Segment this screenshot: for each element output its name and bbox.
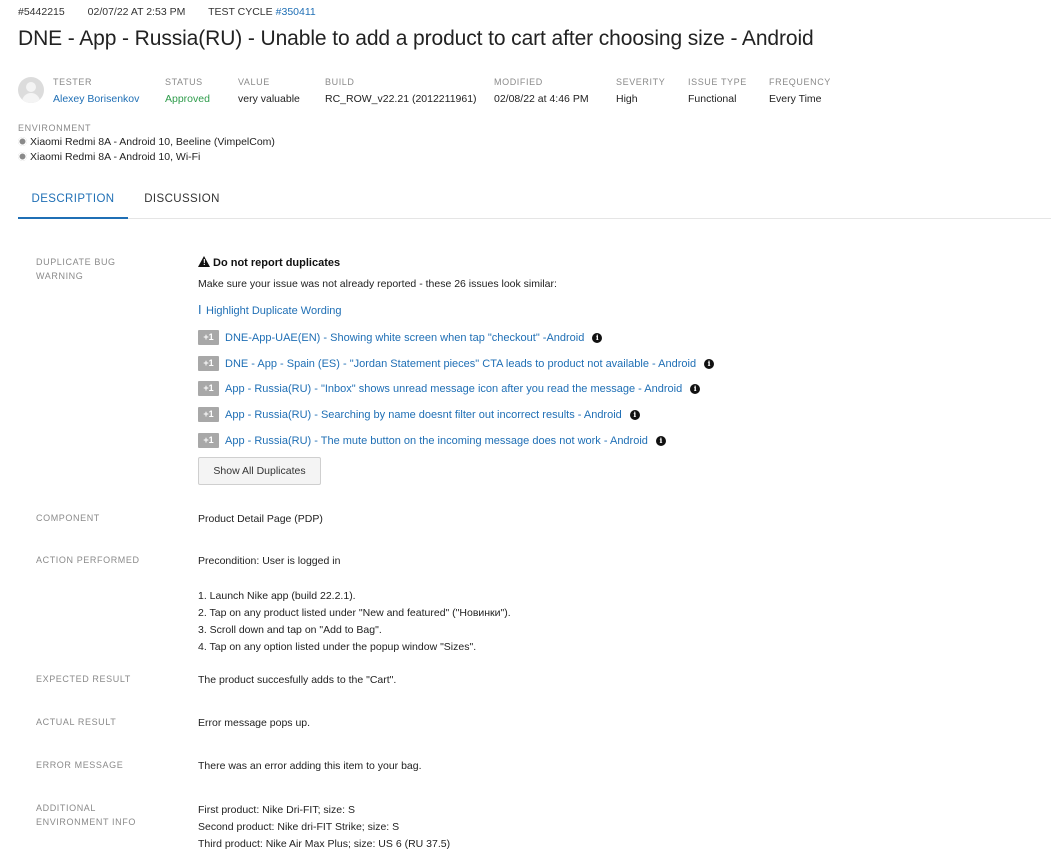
actual-result-value: Error message pops up. — [198, 717, 311, 729]
environment-label: ENVIRONMENT — [18, 123, 92, 133]
duplicate-warning-title: ! Do not report duplicates — [198, 256, 340, 269]
severity-text: High — [616, 93, 638, 105]
step-item: 2. Tap on any product listed under "New … — [198, 607, 511, 619]
error-message-label: ERROR MESSAGE — [36, 760, 124, 770]
environment-item: Xiaomi Redmi 8A - Android 10, Wi-Fi — [18, 151, 200, 163]
duplicate-link[interactable]: DNE-App-UAE(EN) - Showing white screen w… — [225, 332, 584, 344]
step-item: 3. Scroll down and tap on "Add to Bag". — [198, 624, 382, 636]
page-title: DNE - App - Russia(RU) - Unable to add a… — [18, 27, 814, 50]
duplicate-item: +1 App - Russia(RU) - The mute button on … — [198, 432, 666, 449]
duplicate-item: +1 DNE-App-UAE(EN) - Showing white screen… — [198, 329, 603, 346]
environment-item-text: Xiaomi Redmi 8A - Android 10, Wi-Fi — [30, 151, 201, 163]
plus-one-button[interactable]: +1 — [198, 330, 219, 346]
plus-one-button[interactable]: +1 — [198, 381, 219, 397]
build-field: BUILD RC_ROW_v22.21 (2012211961) — [325, 77, 477, 105]
step-item: 4. Tap on any option listed under the po… — [198, 641, 477, 653]
additional-info-line: Third product: Nike Air Max Plus; size: … — [198, 838, 451, 850]
status-badge: Approved — [165, 93, 210, 105]
severity-label: SEVERITY — [616, 77, 666, 87]
issue-id: #5442215 — [18, 6, 65, 18]
test-cycle-label: TEST CYCLE — [208, 6, 273, 18]
actual-result-label: ACTUAL RESULT — [36, 717, 117, 727]
status-field: STATUS Approved — [165, 77, 210, 105]
frequency-label: FREQUENCY — [769, 77, 831, 87]
environment-item: Xiaomi Redmi 8A - Android 10, Beeline (V… — [18, 136, 275, 148]
android-icon — [18, 152, 27, 161]
test-cycle: TEST CYCLE #350411 — [208, 6, 316, 18]
info-icon[interactable]: i — [690, 383, 701, 394]
plus-one-button[interactable]: +1 — [198, 433, 219, 449]
duplicate-link[interactable]: App - Russia(RU) - Searching by name doe… — [225, 409, 622, 421]
avatar — [18, 77, 44, 103]
expected-result-value: The product succesfully adds to the "Car… — [198, 674, 397, 686]
modified-text: 02/08/22 at 4:46 PM — [494, 93, 589, 105]
duplicate-link[interactable]: App - Russia(RU) - "Inbox" shows unread … — [225, 383, 682, 395]
plus-one-button[interactable]: +1 — [198, 356, 219, 372]
highlight-link-text: Highlight Duplicate Wording — [206, 305, 342, 317]
issue-type-text: Functional — [688, 93, 737, 105]
duplicate-warning-title-text: Do not report duplicates — [213, 257, 341, 269]
duplicate-link[interactable]: DNE - App - Spain (ES) - "Jordan Stateme… — [225, 358, 696, 370]
created-date: 02/07/22 AT 2:53 PM — [87, 6, 186, 18]
precondition-text: Precondition: User is logged in — [198, 555, 341, 567]
modified-label: MODIFIED — [494, 77, 543, 87]
expected-result-label: EXPECTED RESULT — [36, 674, 131, 684]
tab-bar: DESCRIPTION DISCUSSION — [18, 180, 1051, 219]
plus-one-button[interactable]: +1 — [198, 407, 219, 423]
value-label: VALUE — [238, 77, 270, 87]
steps-list: 1. Launch Nike app (build 22.2.1). 2. Ta… — [198, 588, 511, 656]
issue-type-field: ISSUE TYPE Functional — [688, 77, 747, 105]
frequency-text: Every Time — [769, 93, 822, 105]
tab-description[interactable]: DESCRIPTION — [18, 180, 128, 219]
info-icon[interactable]: i — [655, 435, 666, 446]
duplicate-warning-text: Make sure your issue was not already rep… — [198, 278, 557, 290]
tester-field: TESTER Alexey Borisenkov — [53, 77, 139, 105]
test-cycle-link[interactable]: #350411 — [276, 6, 316, 18]
frequency-field: FREQUENCY Every Time — [769, 77, 831, 105]
duplicate-link[interactable]: App - Russia(RU) - The mute button on th… — [225, 435, 648, 447]
show-all-duplicates-button[interactable]: Show All Duplicates — [198, 457, 321, 485]
issue-type-label: ISSUE TYPE — [688, 77, 747, 87]
tab-discussion[interactable]: DISCUSSION — [138, 180, 226, 218]
android-icon — [18, 137, 27, 146]
info-icon[interactable]: i — [592, 332, 603, 343]
error-message-value: There was an error adding this item to y… — [198, 760, 422, 772]
build-text: RC_ROW_v22.21 (2012211961) — [325, 93, 477, 105]
additional-info-line: First product: Nike Dri-FIT; size: S — [198, 804, 355, 816]
tester-link[interactable]: Alexey Borisenkov — [53, 93, 139, 105]
build-label: BUILD — [325, 77, 355, 87]
additional-info-line: Second product: Nike dri-FIT Strike; siz… — [198, 821, 400, 833]
value-text: very valuable — [238, 93, 300, 105]
info-icon[interactable]: i — [629, 409, 640, 420]
tester-label: TESTER — [53, 77, 93, 87]
warning-icon: ! — [198, 256, 210, 267]
info-icon[interactable]: i — [704, 358, 715, 369]
environment-item-text: Xiaomi Redmi 8A - Android 10, Beeline (V… — [30, 136, 275, 148]
modified-field: MODIFIED 02/08/22 at 4:46 PM — [494, 77, 589, 105]
text-cursor-icon: Ⅰ — [198, 303, 202, 317]
additional-environment-info: First product: Nike Dri-FIT; size: S Sec… — [198, 802, 450, 853]
step-item: 1. Launch Nike app (build 22.2.1). — [198, 590, 356, 602]
additional-environment-info-label: ADDITIONAL ENVIRONMENT INFO — [36, 803, 136, 827]
duplicate-item: +1 App - Russia(RU) - Searching by name d… — [198, 406, 640, 423]
value-field: VALUE very valuable — [238, 77, 300, 105]
duplicate-warning-label: DUPLICATE BUG WARNING — [36, 257, 116, 281]
issue-header-meta: #5442215 02/07/22 AT 2:53 PM TEST CYCLE #… — [18, 6, 316, 18]
highlight-duplicate-wording-link[interactable]: Ⅰ Highlight Duplicate Wording — [198, 303, 342, 317]
duplicate-item: +1 App - Russia(RU) - "Inbox" shows unrea… — [198, 380, 701, 397]
component-label: COMPONENT — [36, 513, 100, 523]
component-value: Product Detail Page (PDP) — [198, 513, 323, 525]
action-performed-label: ACTION PERFORMED — [36, 555, 140, 565]
duplicate-item: +1 DNE - App - Spain (ES) - "Jordan State… — [198, 355, 715, 372]
severity-field: SEVERITY High — [616, 77, 665, 105]
status-label: STATUS — [165, 77, 203, 87]
